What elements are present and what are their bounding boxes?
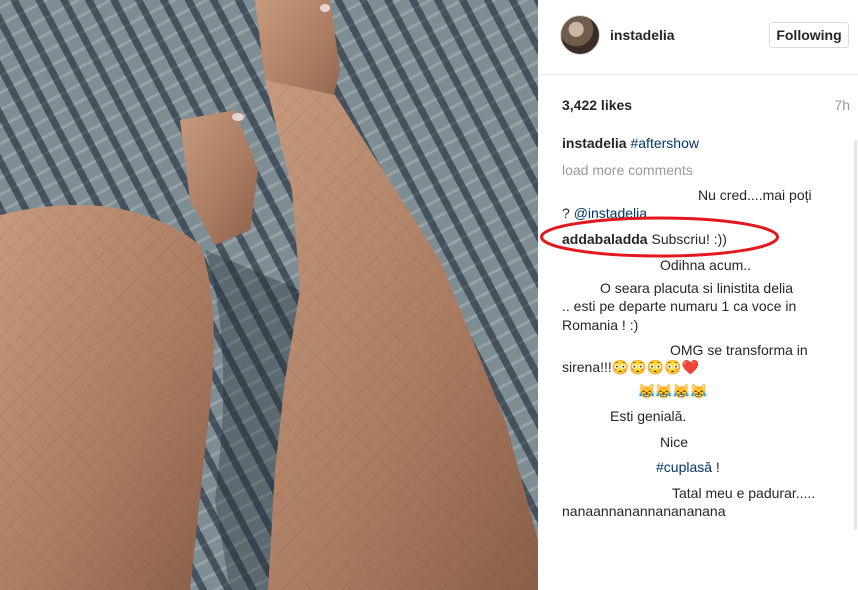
comment-1-prefix: ?: [562, 205, 574, 221]
comment-3: Odihna acum..: [660, 257, 752, 273]
likes-count[interactable]: 3,422 likes: [562, 97, 632, 113]
comment-5-line2: sirena!!!😳😳😳😳❤️: [562, 359, 699, 375]
legs-illustration: [0, 0, 538, 590]
comment-1-line1: Nu cred....mai poți: [698, 187, 812, 203]
comment-2-text: Subscriu! :)): [651, 231, 727, 247]
comment-9-hashtag[interactable]: #cuplasă: [656, 459, 712, 475]
comment-9: #cuplasă !: [656, 457, 720, 478]
post-time[interactable]: 7h: [834, 97, 850, 113]
post-caption: instadelia #aftershow: [562, 135, 699, 151]
post-side-panel: instadelia Following 3,422 likes 7h inst…: [538, 0, 858, 590]
comment-1-line2: ? @instadelia: [562, 203, 647, 224]
post-photo[interactable]: [0, 0, 538, 590]
load-more-comments-link[interactable]: load more comments: [562, 162, 693, 178]
caption-username[interactable]: instadelia: [562, 135, 627, 151]
avatar[interactable]: [560, 15, 600, 55]
comment-10-line2: nanaannanannanananana: [562, 503, 726, 519]
comment-7: Esti genială.: [610, 408, 687, 424]
comment-1-mention[interactable]: @instadelia: [574, 205, 647, 221]
comment-8: Nice: [660, 434, 689, 450]
following-button[interactable]: Following: [769, 22, 849, 48]
post-header: instadelia Following: [538, 0, 858, 75]
comment-4-line3: Romania ! :): [562, 317, 639, 333]
comment-2: addabaladda Subscriu! :)): [562, 229, 727, 250]
comment-9-text: !: [712, 459, 720, 475]
comment-4-line2: .. esti pe departe numaru 1 ca voce in: [562, 298, 797, 314]
comment-6: 😹😹😹😹: [638, 383, 708, 399]
caption-hashtag[interactable]: #aftershow: [630, 135, 698, 151]
comment-2-username[interactable]: addabaladda: [562, 231, 648, 247]
comments-scrollbar[interactable]: [854, 140, 857, 530]
instagram-post: instadelia Following 3,422 likes 7h inst…: [0, 0, 858, 590]
header-username[interactable]: instadelia: [610, 27, 675, 43]
